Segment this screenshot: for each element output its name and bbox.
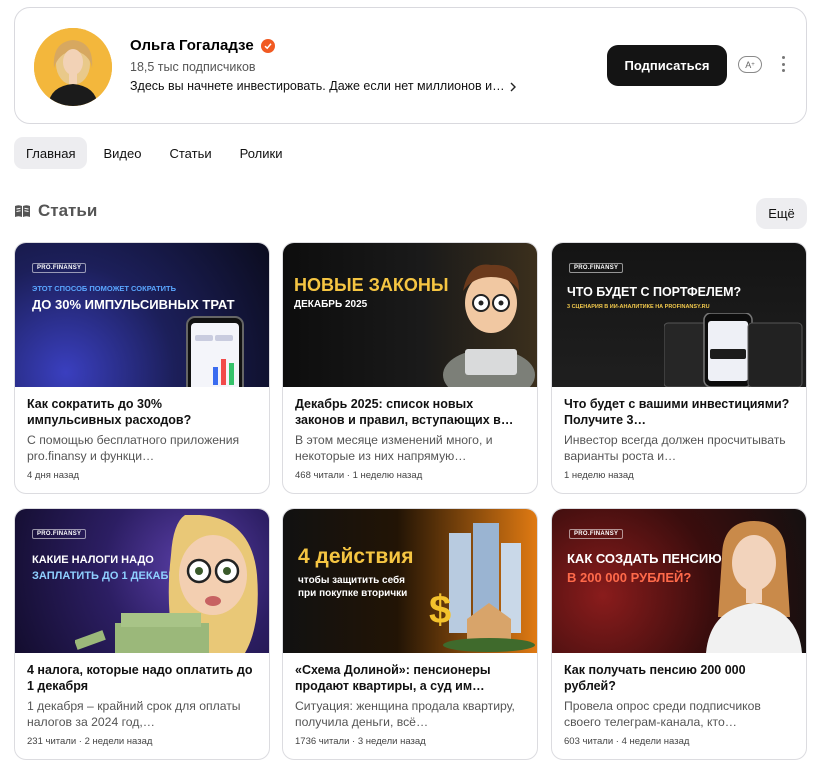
brand-logo: PRO.FINANSY xyxy=(32,263,87,273)
more-articles-button[interactable]: Ещё xyxy=(756,198,807,229)
avatar[interactable] xyxy=(34,28,112,106)
article-title[interactable]: Декабрь 2025: список новых законов и пра… xyxy=(295,396,525,428)
channel-name[interactable]: Ольга Гогаладзе xyxy=(130,37,254,54)
channel-header: Ольга Гогаладзе 18,5 тыс подписчиков Зде… xyxy=(14,7,807,124)
articles-section-header: Статьи xyxy=(14,201,97,221)
article-card[interactable]: PRO.FINANSY КАК СОЗДАТЬ ПЕНСИЮ В 200 000… xyxy=(551,508,807,760)
channel-description: Здесь вы начнете инвестировать. Даже есл… xyxy=(130,79,505,93)
thumb-line-2: В 200 000 РУБЛЕЙ? xyxy=(567,570,692,585)
article-snippet: 1 декабря – крайний срок для оплаты нало… xyxy=(27,699,241,729)
article-title[interactable]: Как получать пенсию 200 000 рублей? xyxy=(564,662,794,694)
article-title[interactable]: 4 налога, которые надо оплатить до 1 дек… xyxy=(27,662,257,694)
article-thumbnail: НОВЫЕ ЗАКОНЫ ДЕКАБРЬ 2025 xyxy=(283,243,537,387)
thumb-line-1: ЧТО БУДЕТ С ПОРТФЕЛЕМ? xyxy=(567,285,742,299)
article-snippet: Ситуация: женщина продала квартиру, полу… xyxy=(295,699,515,729)
building-illustration: $ xyxy=(429,523,535,652)
thumb-line-1: 4 действия xyxy=(298,545,414,568)
thumb-line-1: ЭТОТ СПОСОБ ПОМОЖЕТ СОКРАТИТЬ xyxy=(32,284,177,293)
article-title[interactable]: «Схема Долиной»: пенсионеры продают квар… xyxy=(295,662,525,694)
phone-illustration xyxy=(186,316,244,387)
svg-text:$: $ xyxy=(429,588,451,632)
devices-illustration xyxy=(664,313,803,387)
thumb-line-1: НОВЫЕ ЗАКОНЫ xyxy=(294,275,449,295)
article-thumbnail: PRO.FINANSY КАКИЕ НАЛОГИ НАДО ЗАПЛАТИТЬ … xyxy=(15,509,269,653)
thumb-line-2: ДО 30% ИМПУЛЬСИВНЫХ ТРАТ xyxy=(32,297,235,312)
article-card[interactable]: НОВЫЕ ЗАКОНЫ ДЕКАБРЬ 2025 Декабрь 2025: … xyxy=(282,242,538,494)
article-card[interactable]: 4 действия чтобы защитить себя при покуп… xyxy=(282,508,538,760)
chevron-right-icon xyxy=(508,80,518,92)
article-meta: 603 читали · 4 недели назад xyxy=(564,736,690,747)
woman-portrait-illustration xyxy=(706,521,802,653)
article-meta: 1736 читали · 3 недели назад xyxy=(295,736,426,747)
article-card[interactable]: PRO.FINANSY ЧТО БУДЕТ С ПОРТФЕЛЕМ? 3 СЦЕ… xyxy=(551,242,807,494)
tab-main[interactable]: Главная xyxy=(14,137,88,169)
subscribe-button[interactable]: Подписаться xyxy=(607,45,727,86)
channel-name-row: Ольга Гогаладзе xyxy=(130,37,275,54)
thumb-line-3: при покупке вторички xyxy=(298,588,408,599)
section-title[interactable]: Статьи xyxy=(38,201,97,221)
article-title[interactable]: Что будет с вашими инвестициями? Получит… xyxy=(564,396,794,428)
article-card[interactable]: PRO.FINANSY ЭТОТ СПОСОБ ПОМОЖЕТ СОКРАТИТ… xyxy=(14,242,270,494)
article-snippet: С помощью бесплатного приложения pro.fin… xyxy=(27,433,240,463)
article-card[interactable]: PRO.FINANSY КАКИЕ НАЛОГИ НАДО ЗАПЛАТИТЬ … xyxy=(14,508,270,760)
article-thumbnail: PRO.FINANSY ЧТО БУДЕТ С ПОРТФЕЛЕМ? 3 СЦЕ… xyxy=(552,243,806,387)
article-meta: 468 читали · 1 неделю назад xyxy=(295,470,423,481)
thumb-line-2: ДЕКАБРЬ 2025 xyxy=(294,299,368,310)
article-thumbnail: PRO.FINANSY КАК СОЗДАТЬ ПЕНСИЮ В 200 000… xyxy=(552,509,806,653)
tab-shorts[interactable]: Ролики xyxy=(228,137,295,169)
article-meta: 231 читали · 2 недели назад xyxy=(27,736,153,747)
brand-logo: PRO.FINANSY xyxy=(569,263,624,273)
thumb-line-2: чтобы защитить себя xyxy=(298,575,405,586)
article-thumbnail: PRO.FINANSY ЭТОТ СПОСОБ ПОМОЖЕТ СОКРАТИТ… xyxy=(15,243,269,387)
channel-tabs: Главная Видео Статьи Ролики xyxy=(14,137,298,169)
verified-check-icon xyxy=(260,38,275,53)
translate-icon[interactable]: A + xyxy=(738,56,762,73)
woman-with-money-illustration xyxy=(75,515,258,653)
article-snippet: Инвестор всегда должен просчитывать вари… xyxy=(564,433,786,463)
article-snippet: В этом месяце изменений много, и некотор… xyxy=(295,433,493,463)
articles-icon xyxy=(14,204,31,218)
article-meta: 1 неделю назад xyxy=(564,470,634,481)
cartoon-character-illustration xyxy=(443,264,535,387)
brand-logo: PRO.FINANSY xyxy=(569,529,624,539)
article-title[interactable]: Как сократить до 30% импульсивных расход… xyxy=(27,396,257,428)
more-options-icon[interactable] xyxy=(779,56,787,76)
subscriber-count: 18,5 тыс подписчиков xyxy=(130,60,256,74)
tab-video[interactable]: Видео xyxy=(91,137,153,169)
article-meta: 4 дня назад xyxy=(27,470,80,481)
thumb-line-2: 3 СЦЕНАРИЯ В ИИ-АНАЛИТИКЕ НА PROFINANSY.… xyxy=(567,304,710,310)
tab-articles[interactable]: Статьи xyxy=(157,137,223,169)
article-thumbnail: 4 действия чтобы защитить себя при покуп… xyxy=(283,509,537,653)
channel-description-row[interactable]: Здесь вы начнете инвестировать. Даже есл… xyxy=(130,79,518,93)
article-snippet: Провела опрос среди подписчиков своего т… xyxy=(564,699,761,729)
